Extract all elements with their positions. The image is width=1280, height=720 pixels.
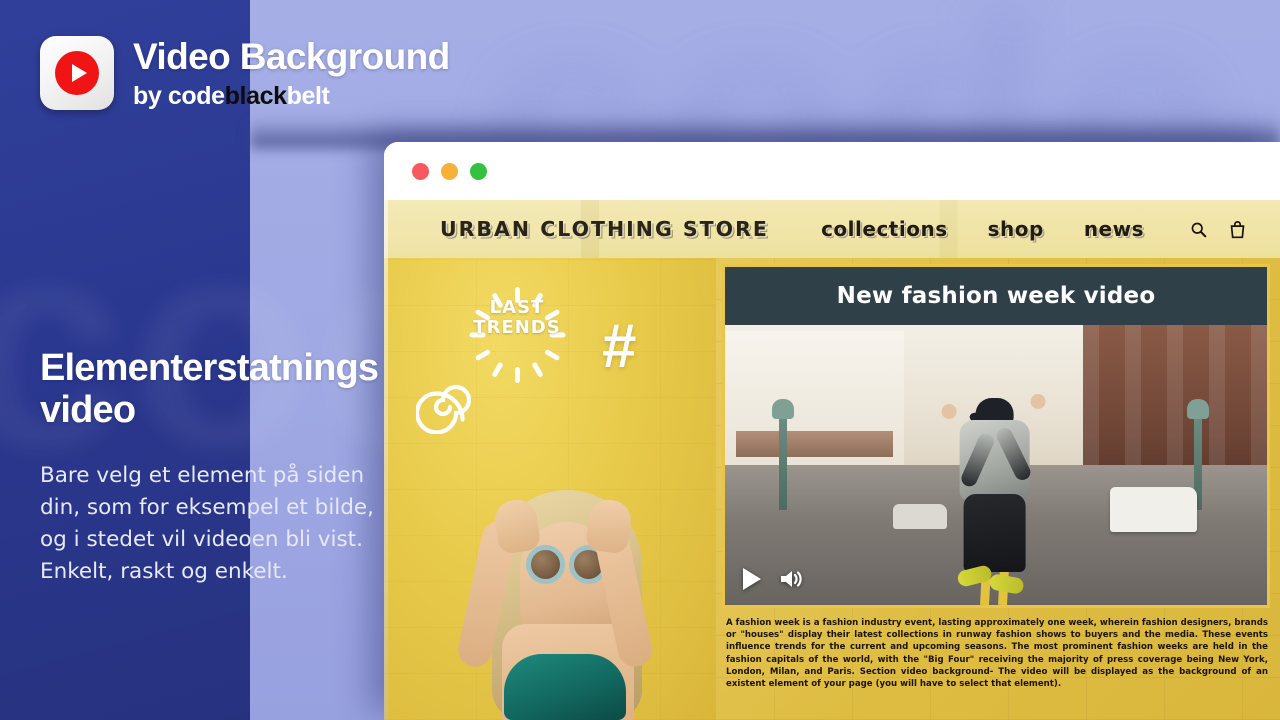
shopping-bag-icon[interactable] [1229,220,1246,239]
dancer-jacket [958,420,1034,501]
browser-window-mockup: URBAN CLOTHING STORE collections shop ne… [384,142,1280,720]
dancer-arm-left [958,431,997,490]
dancer-fist-left [941,404,957,420]
scene-street-lamp-left [772,398,795,510]
video-section: New fashion week video A fashion week is… [716,258,1280,720]
search-icon[interactable] [1190,221,1207,238]
video-controls [741,567,803,591]
play-icon[interactable] [741,567,763,591]
site-nav-links: collections shop news [821,217,1144,241]
video-frame: New fashion week video [722,264,1270,608]
dancer-shoe-left [956,564,994,589]
model-photo [392,390,716,720]
close-button[interactable] [412,162,429,180]
sunglass-lens-left [526,545,565,584]
video-player[interactable] [725,325,1267,605]
sunburst-ray [530,361,544,378]
vendor-belt: belt [286,81,330,110]
sunburst-ray [474,348,491,362]
site-navbar: URBAN CLOTHING STORE collections shop ne… [384,200,1280,258]
site-nav-icons [1190,220,1246,239]
video-card: New fashion week video A fashion week is… [716,258,1280,720]
minimize-button[interactable] [441,162,458,180]
app-header: Video Background by codeblackbelt [40,36,450,110]
nav-link-collections[interactable]: collections [821,217,948,241]
nav-link-shop[interactable]: shop [988,217,1044,241]
app-vendor-line: by codeblackbelt [133,81,450,110]
vendor-code: code [167,81,225,110]
hashtag-graphic: # [602,312,637,381]
hero-photo-collage: LAST TRENDS # [384,258,716,720]
scene-awning [735,431,893,457]
model-green-crop-top [504,654,626,720]
play-triangle-icon [71,64,87,82]
scene-van [1109,487,1197,533]
volume-icon[interactable] [779,568,803,590]
video-play-app-icon [40,36,114,110]
browser-titlebar [384,142,1280,200]
sunburst-ray [514,367,520,383]
dancer-arm-right [994,425,1034,483]
dancer-fist-right [1030,394,1046,410]
last-trends-line2: TRENDS [473,317,561,339]
last-trends-badge: LAST TRENDS [462,297,572,339]
sunburst-ray [543,348,560,362]
video-description: A fashion week is a fashion industry eve… [726,618,1268,690]
dancer-cap [975,398,1014,423]
screenshot-stage: code code Video Background by codeblackb… [0,0,1280,720]
promo-copy: Elementerstatningsvideo Bare velg et ele… [40,347,390,589]
last-trends-line1: LAST [489,297,545,318]
app-title-block: Video Background by codeblackbelt [133,38,450,109]
play-circle-icon [55,51,99,95]
site-content: LAST TRENDS # New fashion week video A f… [384,258,1280,720]
maximize-button[interactable] [470,162,487,180]
scene-dancer [934,394,1054,596]
promo-body: Bare velg et element på siden din, som f… [40,462,374,585]
dancer-pants [963,494,1026,573]
sunburst-ray [490,361,504,378]
app-title: Video Background [133,35,450,77]
by-label: by [133,81,162,110]
site-brand[interactable]: URBAN CLOTHING STORE [440,217,769,241]
video-title: New fashion week video [725,267,1267,325]
promo-headline: Elementerstatningsvideo [40,347,379,431]
nav-link-news[interactable]: news [1084,217,1144,241]
vendor-black: black [224,81,287,110]
